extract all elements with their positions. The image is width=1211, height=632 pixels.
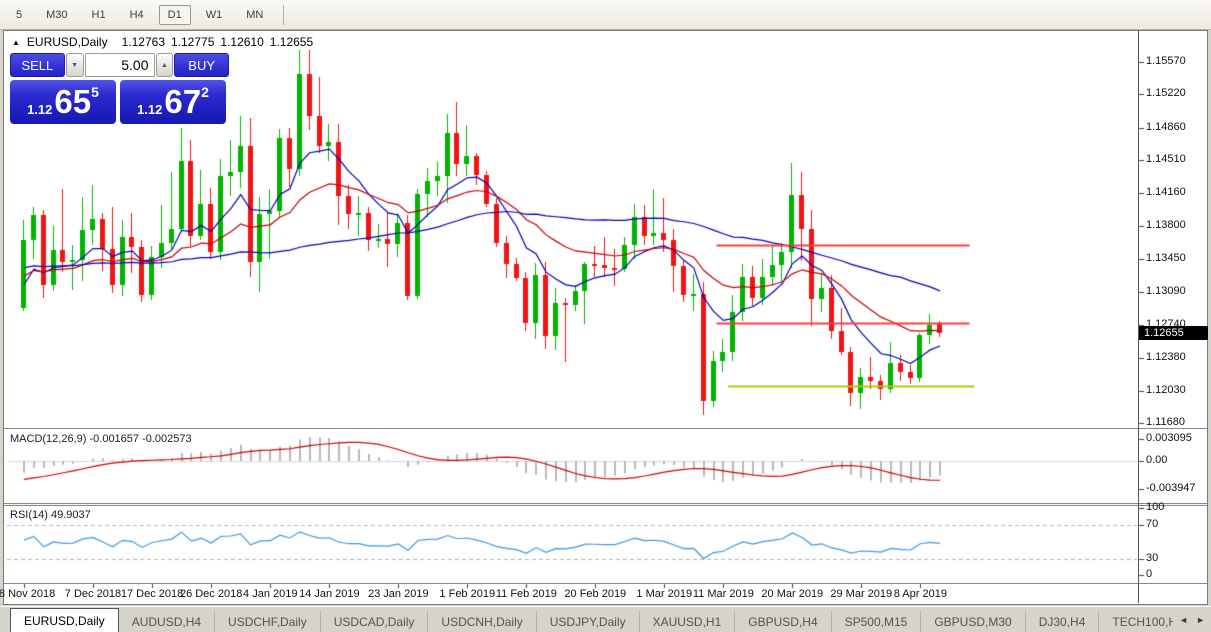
buy-price-small: 1.12 [137, 102, 163, 117]
chart-tab[interactable]: AUDUSD,H4 [119, 611, 216, 632]
date-tick-label: 7 Dec 2018 [64, 588, 122, 600]
sell-button[interactable]: SELL [10, 53, 65, 77]
timeframe-button[interactable]: H1 [83, 5, 115, 25]
date-tick-label: 26 Dec 2018 [179, 588, 243, 600]
one-click-trade-panel: SELL ▼ ▲ BUY 1.12 65 5 1.12 67 2 [10, 53, 229, 124]
chart-tab[interactable]: USDCNH,Daily [428, 611, 537, 632]
date-tick-label: 8 Apr 2019 [893, 588, 947, 600]
sell-price-big: 65 [54, 83, 92, 120]
buy-price-box[interactable]: 1.12 67 2 [120, 80, 226, 124]
chart-tab[interactable]: USDJPY,Daily [537, 611, 640, 632]
date-axis: 28 Nov 2018 7 Dec 201817 Dec 201826 Dec 2… [0, 588, 1140, 604]
date-tick-label: 1 Mar 2019 [636, 588, 693, 600]
rsi-panel-separator[interactable] [4, 503, 1207, 506]
buy-price-big: 67 [164, 83, 202, 120]
date-tick-label: 14 Jan 2019 [299, 588, 360, 600]
buy-button[interactable]: BUY [174, 53, 229, 77]
timeframe-list: 5 M30 H1 H4 D1 W1 MN [0, 0, 275, 29]
rsi-tick-label: 70 [1146, 518, 1159, 530]
chart-tab[interactable]: DJ30,H4 [1026, 611, 1100, 632]
chart-tab[interactable]: GBPUSD,H4 [735, 611, 832, 632]
macd-tick-label: 0.003095 [1146, 432, 1192, 445]
timeframe-toolbar: 5 M30 H1 H4 D1 W1 MN [0, 0, 1211, 30]
chart-tab[interactable]: XAUUSD,H1 [640, 611, 736, 632]
price-tick-label: 1.13090 [1146, 285, 1186, 298]
ohlc-high-value: 1.12775 [171, 35, 215, 49]
date-tick-label: 1 Feb 2019 [439, 588, 496, 600]
price-axis-divider [1138, 31, 1139, 603]
chart-tab[interactable]: USDCAD,Daily [321, 611, 429, 632]
chart-tab[interactable]: EURUSD,Daily [10, 608, 119, 632]
buy-price-sup: 2 [201, 84, 209, 100]
chevron-down-icon: ▼ [71, 61, 79, 69]
macd-title: MACD(12,26,9) [10, 433, 87, 445]
date-tick-label: 4 Jan 2019 [243, 588, 298, 600]
macd-panel-separator[interactable] [4, 428, 1207, 429]
rsi-title: RSI(14) [10, 509, 48, 521]
price-tick-label: 1.12030 [1146, 383, 1186, 396]
sell-price-sup: 5 [91, 84, 99, 100]
sell-price-box[interactable]: 1.12 65 5 [10, 80, 116, 124]
rsi-tick-label: 100 [1146, 501, 1165, 513]
macd-indicator-label: MACD(12,26,9) -0.001657 -0.002573 [10, 433, 192, 445]
timeframe-button[interactable]: H4 [121, 5, 153, 25]
price-tick-label: 1.13450 [1146, 251, 1186, 264]
rsi-tick-label: 0 [1146, 568, 1153, 580]
ohlc-open-value: 1.12763 [121, 35, 165, 49]
volume-decrease-button[interactable]: ▼ [65, 53, 84, 77]
ohlc-low-value: 1.12610 [220, 35, 264, 49]
macd-signal-value: -0.002573 [142, 433, 192, 445]
date-tick-label: 29 Mar 2019 [830, 588, 893, 600]
date-axis-separator [4, 583, 1207, 584]
macd-tick-label: -0.003947 [1146, 481, 1196, 494]
timeframe-button[interactable]: W1 [197, 5, 232, 25]
price-tick-label: 1.15220 [1146, 87, 1186, 100]
chart-tabs: EURUSD,Daily AUDUSD,H4 USDCHF,Daily USDCAD,… [0, 607, 1173, 632]
tab-scroll-left-icon[interactable]: ◄ [1179, 615, 1188, 625]
rsi-tick-label: 30 [1146, 552, 1159, 564]
ohlc-close-value: 1.12655 [269, 35, 314, 49]
date-tick-label: 20 Feb 2019 [564, 588, 627, 600]
price-tick-label: 1.14510 [1146, 153, 1186, 166]
rsi-value: 49.9037 [50, 509, 91, 521]
chart-tab[interactable]: USDCHF,Daily [215, 611, 321, 632]
rsi-indicator-label: RSI(14) 49.9037 [10, 509, 91, 521]
date-tick-label: 23 Jan 2019 [368, 588, 429, 600]
price-tick-label: 1.14160 [1146, 185, 1186, 198]
toolbar-separator [283, 4, 285, 25]
chart-tab[interactable]: SP500,M15 [832, 611, 922, 632]
chart-tab-bar: EURUSD,Daily AUDUSD,H4 USDCHF,Daily USDCAD,… [0, 606, 1211, 632]
trade-prices-row: 1.12 65 5 1.12 67 2 [10, 80, 229, 124]
price-tick-label: 1.11680 [1146, 416, 1185, 429]
chevron-up-icon: ▲ [160, 61, 168, 69]
price-tick-label: 1.14860 [1146, 120, 1186, 133]
sell-price-small: 1.12 [27, 102, 53, 117]
collapse-icon[interactable]: ▲ [12, 38, 20, 47]
chart-tab[interactable]: TECH100,H1 [1099, 611, 1173, 632]
chart-title-bar: ▲ EURUSD,Daily 1.12763 1.12775 1.12610 1… [3, 33, 319, 51]
current-price-tag: 1.12655 [1139, 326, 1208, 340]
timeframe-button[interactable]: MN [237, 5, 272, 25]
price-tick-label: 1.15570 [1146, 55, 1186, 67]
tab-scroll-controls: ◄ ► [1173, 607, 1211, 632]
timeframe-button[interactable]: 5 [7, 5, 31, 25]
date-tick-label: 20 Mar 2019 [761, 588, 824, 600]
chart-symbol-label: EURUSD,Daily [26, 35, 108, 49]
volume-input[interactable] [84, 53, 155, 77]
date-tick-label: 28 Nov 2018 [0, 588, 56, 600]
macd-main-value: -0.001657 [89, 433, 140, 445]
price-tick-label: 1.12380 [1146, 351, 1186, 364]
macd-tick-label: 0.00 [1146, 454, 1168, 466]
chart-tab[interactable]: GBPUSD,M30 [921, 611, 1026, 632]
trade-controls-row: SELL ▼ ▲ BUY [10, 53, 229, 77]
date-tick-label: 11 Feb 2019 [495, 588, 557, 600]
tab-scroll-right-icon[interactable]: ► [1196, 615, 1205, 625]
date-tick-label: 11 Mar 2019 [692, 588, 754, 600]
timeframe-button[interactable]: D1 [158, 4, 191, 25]
timeframe-button[interactable]: M30 [37, 5, 76, 25]
date-tick-label: 17 Dec 2018 [120, 588, 184, 600]
price-tick-label: 1.13800 [1146, 219, 1186, 232]
volume-increase-button[interactable]: ▲ [155, 53, 174, 77]
